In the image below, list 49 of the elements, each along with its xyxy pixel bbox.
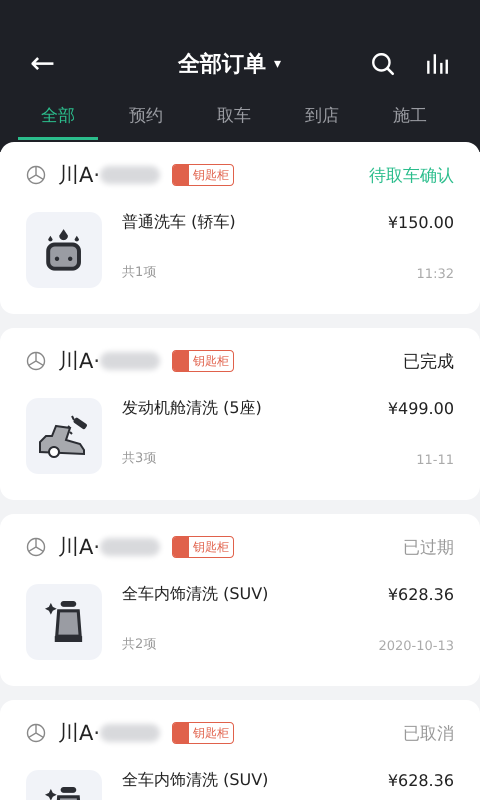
car-seat-icon — [44, 600, 84, 644]
price: ¥628.36 — [388, 585, 454, 604]
order-status: 已过期 — [403, 536, 454, 558]
plate-number: 川A· — [58, 348, 100, 375]
tab[interactable]: 取车 — [190, 96, 278, 140]
order-time: 11:32 — [416, 267, 454, 282]
order-card[interactable]: 川A· 钥匙柜 待取车确认 普通洗车 (轿车) ¥150.00 共1项 11:32 — [0, 142, 480, 314]
service-name: 发动机舱清洗 (5座) — [122, 398, 262, 419]
item-count: 共3项 — [122, 450, 156, 466]
order-card[interactable]: 川A· 钥匙柜 已完成 发动机舱清洗 (5座) ¥499.00 共3项 11-11 — [0, 328, 480, 500]
item-count: 共1项 — [122, 264, 156, 280]
tag-label: 钥匙柜 — [192, 352, 230, 370]
price: ¥150.00 — [388, 213, 454, 232]
tab[interactable]: 施工 — [366, 96, 454, 140]
car-brand-icon — [26, 165, 46, 185]
tag-label: 钥匙柜 — [192, 166, 230, 184]
car-wash-icon — [46, 228, 82, 272]
price: ¥499.00 — [388, 399, 454, 418]
order-card[interactable]: 川A· 钥匙柜 已取消 全车内饰清洗 (SUV) ¥628.36 — [0, 700, 480, 800]
page-title[interactable]: 全部订单 — [178, 49, 266, 79]
search-icon[interactable] — [370, 51, 396, 77]
order-status: 已取消 — [403, 722, 454, 744]
car-hood-spray-icon — [38, 414, 90, 458]
order-time: 11-11 — [416, 453, 454, 468]
plate-number: 川A· — [58, 162, 100, 189]
order-status: 待取车确认 — [369, 164, 454, 186]
back-button[interactable]: ← — [30, 49, 56, 79]
service-name: 普通洗车 (轿车) — [122, 212, 236, 233]
plate-number: 川A· — [58, 720, 100, 747]
tag-label: 钥匙柜 — [192, 538, 230, 556]
plate-number: 川A· — [58, 534, 100, 561]
caret-icon[interactable]: ▾ — [274, 56, 282, 72]
blur-mask — [100, 352, 160, 370]
item-count: 共2项 — [122, 636, 156, 652]
blur-mask — [100, 166, 160, 184]
service-name: 全车内饰清洗 (SUV) — [122, 770, 268, 791]
car-brand-icon — [26, 723, 46, 743]
car-brand-icon — [26, 537, 46, 557]
order-card[interactable]: 川A· 钥匙柜 已过期 全车内饰清洗 (SUV) ¥628.36 共2项 2020-10-13 — [0, 514, 480, 686]
blur-mask — [100, 724, 160, 742]
tab[interactable]: 预约 — [102, 96, 190, 140]
service-name: 全车内饰清洗 (SUV) — [122, 584, 268, 605]
tag-label: 钥匙柜 — [192, 724, 230, 742]
order-time: 2020-10-13 — [378, 639, 454, 654]
tab[interactable]: 到店 — [278, 96, 366, 140]
price: ¥628.36 — [388, 771, 454, 790]
order-status: 已完成 — [403, 350, 454, 372]
blur-mask — [100, 538, 160, 556]
car-brand-icon — [26, 351, 46, 371]
